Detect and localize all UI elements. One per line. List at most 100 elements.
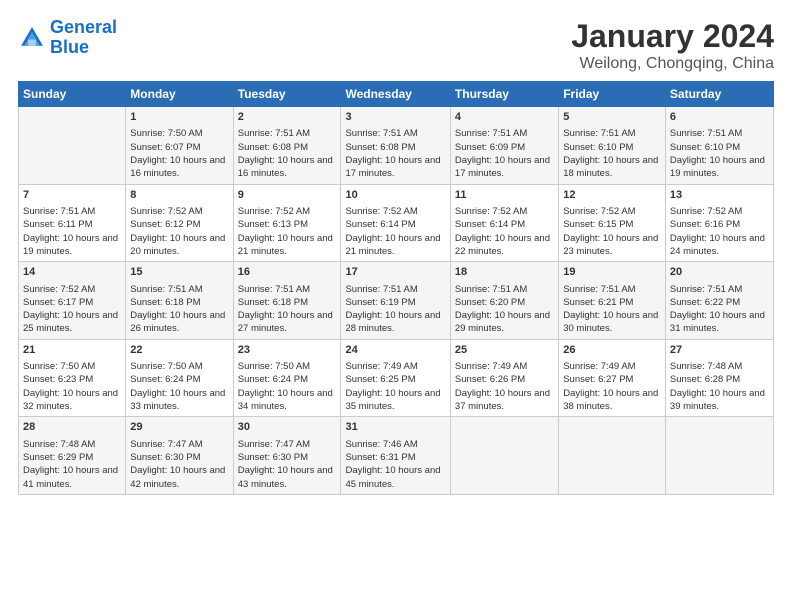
logo-text: General Blue bbox=[50, 18, 117, 58]
day-number: 13 bbox=[670, 188, 769, 203]
calendar-cell: 16 Sunrise: 7:51 AM Sunset: 6:18 PM Dayl… bbox=[233, 262, 341, 340]
cell-content: Sunrise: 7:52 AM Sunset: 6:13 PM Dayligh… bbox=[238, 205, 337, 258]
calendar-cell: 27 Sunrise: 7:48 AM Sunset: 6:28 PM Dayl… bbox=[665, 339, 773, 417]
calendar-cell: 28 Sunrise: 7:48 AM Sunset: 6:29 PM Dayl… bbox=[19, 417, 126, 495]
day-number: 31 bbox=[345, 420, 445, 435]
sunset: Sunset: 6:15 PM bbox=[563, 218, 661, 231]
sunset: Sunset: 6:13 PM bbox=[238, 218, 337, 231]
sunrise: Sunrise: 7:52 AM bbox=[238, 205, 337, 218]
calendar-cell: 3 Sunrise: 7:51 AM Sunset: 6:08 PM Dayli… bbox=[341, 107, 450, 185]
day-number: 24 bbox=[345, 343, 445, 358]
daylight: Daylight: 10 hours and 28 minutes. bbox=[345, 309, 445, 336]
sunset: Sunset: 6:30 PM bbox=[130, 451, 228, 464]
day-number: 25 bbox=[455, 343, 554, 358]
daylight: Daylight: 10 hours and 37 minutes. bbox=[455, 387, 554, 414]
calendar-cell: 18 Sunrise: 7:51 AM Sunset: 6:20 PM Dayl… bbox=[450, 262, 558, 340]
sunset: Sunset: 6:22 PM bbox=[670, 296, 769, 309]
cell-content: Sunrise: 7:47 AM Sunset: 6:30 PM Dayligh… bbox=[130, 438, 228, 491]
sunrise: Sunrise: 7:51 AM bbox=[345, 283, 445, 296]
sunset: Sunset: 6:14 PM bbox=[345, 218, 445, 231]
sunrise: Sunrise: 7:50 AM bbox=[238, 360, 337, 373]
day-number: 14 bbox=[23, 265, 121, 280]
daylight: Daylight: 10 hours and 39 minutes. bbox=[670, 387, 769, 414]
calendar-cell: 7 Sunrise: 7:51 AM Sunset: 6:11 PM Dayli… bbox=[19, 184, 126, 262]
day-number: 2 bbox=[238, 110, 337, 125]
calendar-cell: 29 Sunrise: 7:47 AM Sunset: 6:30 PM Dayl… bbox=[126, 417, 233, 495]
sunset: Sunset: 6:18 PM bbox=[238, 296, 337, 309]
sunrise: Sunrise: 7:51 AM bbox=[238, 283, 337, 296]
sunrise: Sunrise: 7:52 AM bbox=[563, 205, 661, 218]
daylight: Daylight: 10 hours and 38 minutes. bbox=[563, 387, 661, 414]
cell-content: Sunrise: 7:50 AM Sunset: 6:07 PM Dayligh… bbox=[130, 127, 228, 180]
daylight: Daylight: 10 hours and 32 minutes. bbox=[23, 387, 121, 414]
week-row-4: 21 Sunrise: 7:50 AM Sunset: 6:23 PM Dayl… bbox=[19, 339, 774, 417]
sunrise: Sunrise: 7:49 AM bbox=[563, 360, 661, 373]
header: General Blue January 2024 Weilong, Chong… bbox=[18, 18, 774, 73]
cell-content: Sunrise: 7:52 AM Sunset: 6:16 PM Dayligh… bbox=[670, 205, 769, 258]
daylight: Daylight: 10 hours and 17 minutes. bbox=[345, 154, 445, 181]
sunset: Sunset: 6:07 PM bbox=[130, 141, 228, 154]
header-tuesday: Tuesday bbox=[233, 82, 341, 107]
calendar-cell: 12 Sunrise: 7:52 AM Sunset: 6:15 PM Dayl… bbox=[559, 184, 666, 262]
sunset: Sunset: 6:10 PM bbox=[670, 141, 769, 154]
calendar-cell: 26 Sunrise: 7:49 AM Sunset: 6:27 PM Dayl… bbox=[559, 339, 666, 417]
cell-content: Sunrise: 7:52 AM Sunset: 6:12 PM Dayligh… bbox=[130, 205, 228, 258]
cell-content: Sunrise: 7:51 AM Sunset: 6:18 PM Dayligh… bbox=[238, 283, 337, 336]
calendar-cell bbox=[450, 417, 558, 495]
calendar-cell: 4 Sunrise: 7:51 AM Sunset: 6:09 PM Dayli… bbox=[450, 107, 558, 185]
cell-content: Sunrise: 7:49 AM Sunset: 6:26 PM Dayligh… bbox=[455, 360, 554, 413]
calendar-page: General Blue January 2024 Weilong, Chong… bbox=[0, 0, 792, 612]
sunset: Sunset: 6:26 PM bbox=[455, 373, 554, 386]
sunrise: Sunrise: 7:48 AM bbox=[670, 360, 769, 373]
sunset: Sunset: 6:25 PM bbox=[345, 373, 445, 386]
header-sunday: Sunday bbox=[19, 82, 126, 107]
cell-content: Sunrise: 7:50 AM Sunset: 6:23 PM Dayligh… bbox=[23, 360, 121, 413]
sunrise: Sunrise: 7:51 AM bbox=[455, 127, 554, 140]
sunset: Sunset: 6:19 PM bbox=[345, 296, 445, 309]
day-number: 21 bbox=[23, 343, 121, 358]
daylight: Daylight: 10 hours and 35 minutes. bbox=[345, 387, 445, 414]
sunrise: Sunrise: 7:49 AM bbox=[345, 360, 445, 373]
logo-icon bbox=[18, 24, 46, 52]
cell-content: Sunrise: 7:51 AM Sunset: 6:18 PM Dayligh… bbox=[130, 283, 228, 336]
calendar-cell: 1 Sunrise: 7:50 AM Sunset: 6:07 PM Dayli… bbox=[126, 107, 233, 185]
sunrise: Sunrise: 7:51 AM bbox=[23, 205, 121, 218]
day-number: 11 bbox=[455, 188, 554, 203]
cell-content: Sunrise: 7:51 AM Sunset: 6:08 PM Dayligh… bbox=[238, 127, 337, 180]
cell-content: Sunrise: 7:51 AM Sunset: 6:22 PM Dayligh… bbox=[670, 283, 769, 336]
cell-content: Sunrise: 7:50 AM Sunset: 6:24 PM Dayligh… bbox=[238, 360, 337, 413]
sunrise: Sunrise: 7:50 AM bbox=[130, 127, 228, 140]
cell-content: Sunrise: 7:52 AM Sunset: 6:17 PM Dayligh… bbox=[23, 283, 121, 336]
calendar-cell bbox=[19, 107, 126, 185]
sunrise: Sunrise: 7:52 AM bbox=[345, 205, 445, 218]
calendar-cell: 21 Sunrise: 7:50 AM Sunset: 6:23 PM Dayl… bbox=[19, 339, 126, 417]
sunrise: Sunrise: 7:50 AM bbox=[23, 360, 121, 373]
calendar-cell: 30 Sunrise: 7:47 AM Sunset: 6:30 PM Dayl… bbox=[233, 417, 341, 495]
day-number: 28 bbox=[23, 420, 121, 435]
sunset: Sunset: 6:17 PM bbox=[23, 296, 121, 309]
calendar-cell: 25 Sunrise: 7:49 AM Sunset: 6:26 PM Dayl… bbox=[450, 339, 558, 417]
day-number: 18 bbox=[455, 265, 554, 280]
daylight: Daylight: 10 hours and 16 minutes. bbox=[238, 154, 337, 181]
day-number: 10 bbox=[345, 188, 445, 203]
sunrise: Sunrise: 7:51 AM bbox=[238, 127, 337, 140]
sunset: Sunset: 6:24 PM bbox=[130, 373, 228, 386]
cell-content: Sunrise: 7:51 AM Sunset: 6:21 PM Dayligh… bbox=[563, 283, 661, 336]
sunset: Sunset: 6:16 PM bbox=[670, 218, 769, 231]
sunrise: Sunrise: 7:47 AM bbox=[130, 438, 228, 451]
cell-content: Sunrise: 7:48 AM Sunset: 6:29 PM Dayligh… bbox=[23, 438, 121, 491]
sunset: Sunset: 6:08 PM bbox=[345, 141, 445, 154]
sunrise: Sunrise: 7:52 AM bbox=[670, 205, 769, 218]
calendar-cell: 2 Sunrise: 7:51 AM Sunset: 6:08 PM Dayli… bbox=[233, 107, 341, 185]
daylight: Daylight: 10 hours and 43 minutes. bbox=[238, 464, 337, 491]
sunset: Sunset: 6:23 PM bbox=[23, 373, 121, 386]
calendar-subtitle: Weilong, Chongqing, China bbox=[571, 55, 774, 73]
daylight: Daylight: 10 hours and 31 minutes. bbox=[670, 309, 769, 336]
sunrise: Sunrise: 7:52 AM bbox=[23, 283, 121, 296]
cell-content: Sunrise: 7:52 AM Sunset: 6:14 PM Dayligh… bbox=[455, 205, 554, 258]
day-number: 3 bbox=[345, 110, 445, 125]
calendar-cell: 15 Sunrise: 7:51 AM Sunset: 6:18 PM Dayl… bbox=[126, 262, 233, 340]
cell-content: Sunrise: 7:51 AM Sunset: 6:11 PM Dayligh… bbox=[23, 205, 121, 258]
daylight: Daylight: 10 hours and 23 minutes. bbox=[563, 232, 661, 259]
day-number: 16 bbox=[238, 265, 337, 280]
